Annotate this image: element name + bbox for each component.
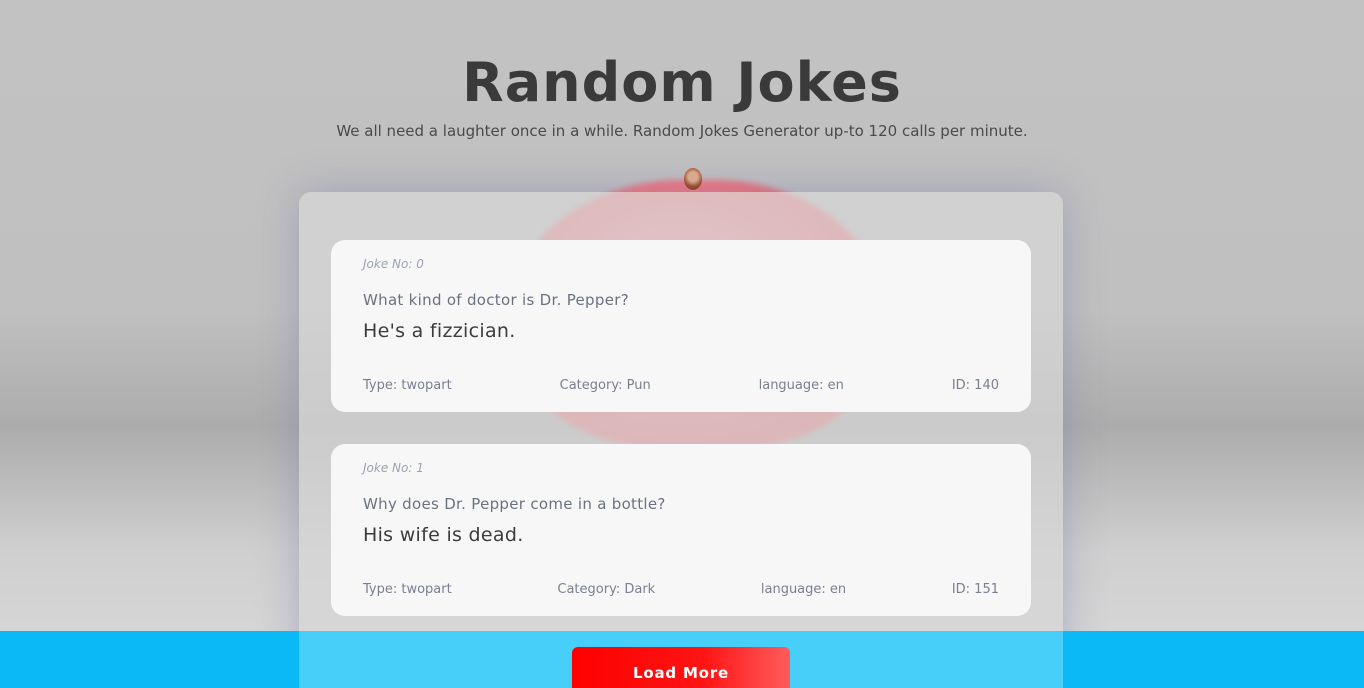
joke-setup: What kind of doctor is Dr. Pepper?	[363, 291, 629, 309]
joke-number: Joke No: 0	[363, 257, 424, 271]
page-subtitle: We all need a laughter once in a while. …	[336, 122, 1028, 140]
page-title: Random Jokes	[462, 51, 902, 114]
joke-language: language: en	[760, 582, 847, 597]
joke-meta: Type: twopart Category: Pun language: en…	[363, 378, 999, 393]
joke-delivery: His wife is dead.	[363, 524, 524, 546]
joke-type: Type: twopart	[363, 378, 452, 393]
joke-card: Joke No: 0 What kind of doctor is Dr. Pe…	[331, 240, 1031, 412]
page-header: Random Jokes We all need a laughter once…	[0, 48, 1364, 142]
joke-card: Joke No: 1 Why does Dr. Pepper come in a…	[331, 444, 1031, 616]
apple-stem	[684, 168, 702, 190]
joke-language: language: en	[758, 378, 844, 393]
joke-delivery: He's a fizzician.	[363, 320, 516, 342]
joke-meta: Type: twopart Category: Dark language: e…	[363, 582, 999, 597]
joke-type: Type: twopart	[363, 582, 452, 597]
load-more-button[interactable]: Load More	[572, 647, 790, 688]
joke-id: ID: 140	[951, 378, 999, 393]
joke-id: ID: 151	[951, 582, 999, 597]
joke-category: Category: Pun	[559, 378, 651, 393]
joke-number: Joke No: 1	[363, 461, 424, 475]
joke-category: Category: Dark	[557, 582, 656, 597]
joke-setup: Why does Dr. Pepper come in a bottle?	[363, 495, 666, 513]
